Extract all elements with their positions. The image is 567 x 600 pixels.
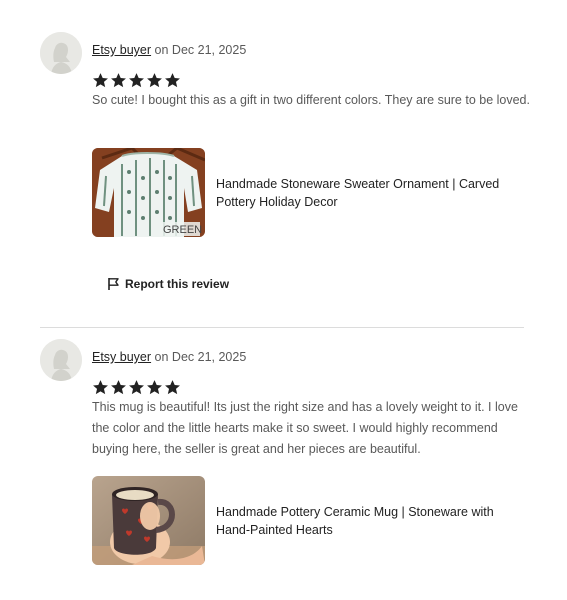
star-icon: [93, 380, 108, 395]
reviewer-name-link[interactable]: Etsy buyer: [92, 350, 151, 364]
review-text: This mug is beautiful! Its just the righ…: [92, 400, 518, 456]
reviewer-avatar[interactable]: [40, 32, 82, 74]
star-icon: [111, 380, 126, 395]
star-icon: [129, 73, 144, 88]
review-meta: Etsy buyer on Dec 21, 2025: [92, 43, 246, 57]
review-text: So cute! I bought this as a gift in two …: [92, 93, 530, 107]
star-icon: [165, 380, 180, 395]
star-icon: [111, 73, 126, 88]
reviewed-product-link[interactable]: GREEN Handmade Stoneware Sweater Ornamen…: [92, 148, 526, 237]
product-thumbnail[interactable]: GREEN: [92, 148, 205, 237]
reviewer-name-link[interactable]: Etsy buyer: [92, 43, 151, 57]
review-divider: [40, 327, 524, 328]
star-icon: [147, 380, 162, 395]
star-icon: [129, 380, 144, 395]
star-rating: [92, 72, 181, 90]
star-rating: [92, 379, 181, 397]
star-icon: [165, 73, 180, 88]
user-silhouette-icon: [40, 339, 82, 381]
product-thumbnail[interactable]: [92, 476, 205, 565]
product-title[interactable]: Handmade Pottery Ceramic Mug | Stoneware…: [216, 503, 526, 539]
star-icon: [93, 73, 108, 88]
image-label-text: GREEN: [163, 224, 202, 236]
product-title[interactable]: Handmade Stoneware Sweater Ornament | Ca…: [216, 175, 526, 211]
review-date: on Dec 21, 2025: [154, 43, 247, 57]
heart-mug-image: [92, 476, 205, 565]
sweater-ornament-image: GREEN: [92, 148, 205, 237]
review-meta: Etsy buyer on Dec 21, 2025: [92, 350, 246, 364]
user-silhouette-icon: [40, 32, 82, 74]
review-date: on Dec 21, 2025: [154, 350, 247, 364]
reviewed-product-link[interactable]: Handmade Pottery Ceramic Mug | Stoneware…: [92, 476, 526, 565]
report-review-button[interactable]: Report this review: [107, 277, 229, 291]
flag-icon: [108, 278, 119, 290]
report-review-label: Report this review: [125, 277, 230, 291]
star-icon: [147, 73, 162, 88]
reviewer-avatar[interactable]: [40, 339, 82, 381]
